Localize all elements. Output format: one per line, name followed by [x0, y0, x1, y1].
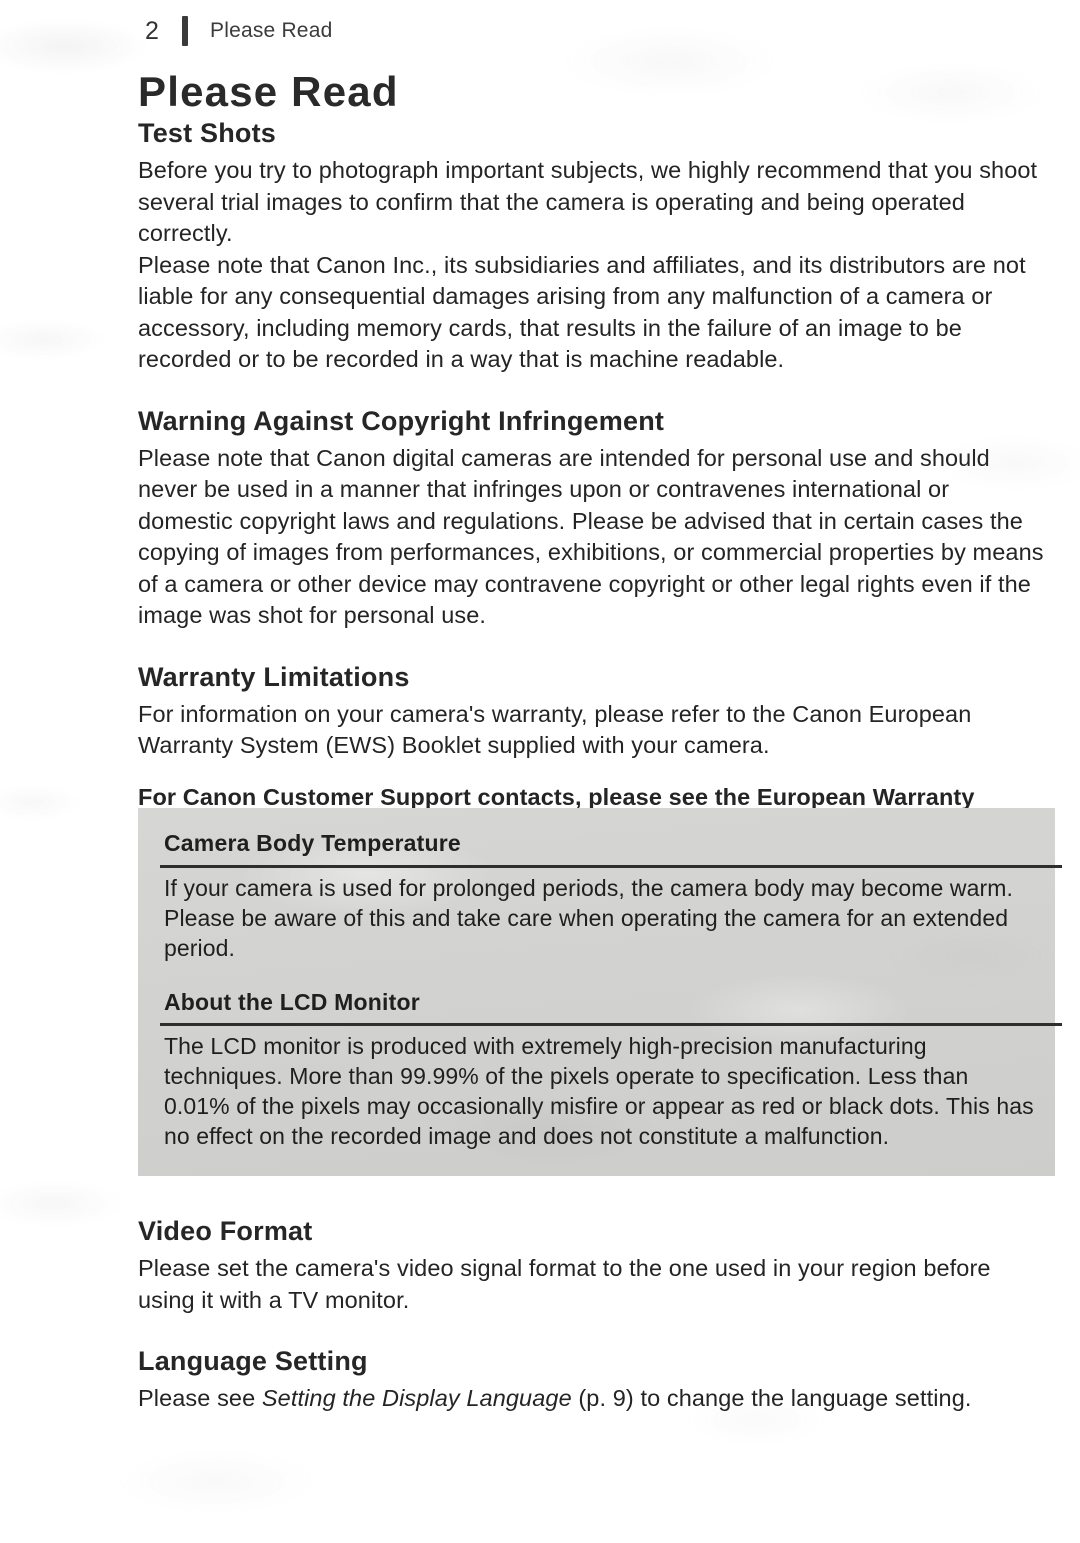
copyright-paragraph: Please note that Canon digital cameras a… — [138, 444, 1044, 629]
callout-paragraph-lcd-monitor: The LCD monitor is produced with extreme… — [164, 1033, 1034, 1150]
callout-heading-about-lcd-monitor: About the LCD Monitor — [164, 988, 420, 1015]
running-header: 2 Please Read — [138, 0, 1048, 54]
callout-paragraph-temperature: If your camera is used for prolonged per… — [164, 874, 1013, 961]
section-heading-test-shots: Test Shots — [138, 118, 277, 149]
section-heading-language-setting: Language Setting — [138, 1346, 368, 1377]
page-content: 2 Please Read Please Read Test Shots Bef… — [138, 0, 1048, 845]
page-content-lower: Video Format Please set the camera's vid… — [138, 1216, 1048, 1415]
section-heading-copyright-infringement: Warning Against Copyright Infringement — [138, 405, 665, 436]
header-divider-bar — [182, 16, 188, 46]
running-header-title: Please Read — [210, 19, 333, 42]
callout-heading-camera-body-temperature: Camera Body Temperature — [164, 830, 461, 856]
language-setting-paragraph: Please see Setting the Display Language … — [138, 1383, 1048, 1415]
page-number: 2 — [145, 16, 159, 45]
manual-page: 2 Please Read Please Read Test Shots Bef… — [0, 0, 1080, 1543]
page-title: Please Read — [138, 68, 399, 115]
language-setting-text-after: (p. 9) to change the language setting. — [571, 1385, 972, 1412]
warranty-paragraph: For information on your camera's warrant… — [138, 700, 972, 759]
language-setting-text-before: Please see — [138, 1385, 262, 1412]
callout-rule-temperature — [160, 864, 1062, 868]
callout-inner: Camera Body Temperature If your camera i… — [138, 808, 1062, 1152]
callout-rule-lcd-monitor — [160, 1023, 1062, 1027]
notice-callout-box: Camera Body Temperature If your camera i… — [138, 808, 1062, 1176]
callout-block-temperature: Camera Body Temperature If your camera i… — [160, 830, 1062, 963]
test-shots-paragraph-1: Before you try to photograph important s… — [138, 157, 1038, 247]
language-setting-italic-reference: Setting the Display Language — [261, 1385, 572, 1412]
callout-block-lcd-monitor: About the LCD Monitor The LCD monitor is… — [160, 988, 1062, 1152]
section-heading-warranty-limitations: Warranty Limitations — [138, 661, 410, 692]
test-shots-paragraph-2: Please note that Canon Inc., its subsidi… — [138, 251, 1026, 373]
video-format-paragraph: Please set the camera's video signal for… — [138, 1255, 991, 1313]
section-heading-video-format: Video Format — [138, 1216, 313, 1246]
